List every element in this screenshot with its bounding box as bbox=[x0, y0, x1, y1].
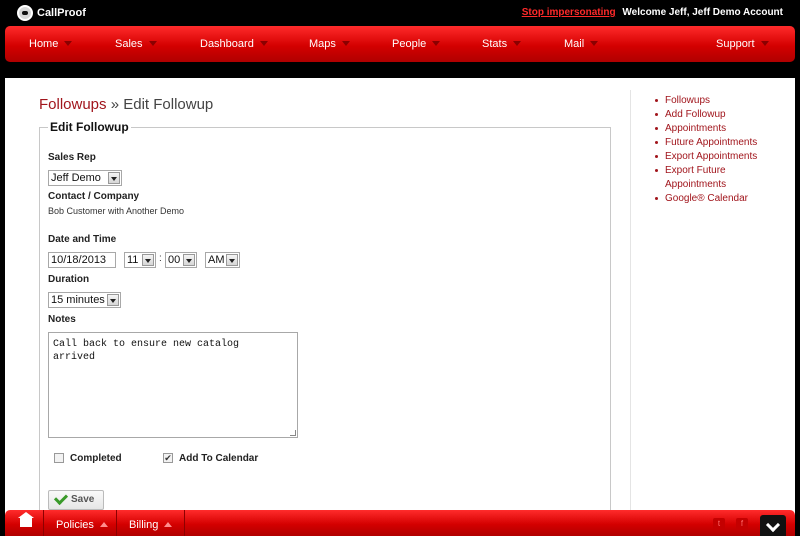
resize-handle-icon[interactable] bbox=[290, 430, 296, 436]
account-info: Stop impersonating Welcome Jeff, Jeff De… bbox=[522, 7, 783, 18]
caret-down-icon bbox=[590, 41, 599, 46]
sidebar-links: Followups Add Followup Appointments Futu… bbox=[653, 94, 771, 206]
completed-checkbox[interactable] bbox=[54, 453, 64, 463]
main-nav: Home Sales Dashboard Maps People Stats M… bbox=[5, 26, 795, 62]
sidebar-link-export-future-appointments[interactable]: Export Future Appointments bbox=[653, 164, 771, 192]
time-separator: : bbox=[159, 253, 162, 264]
caret-down-icon bbox=[432, 41, 441, 46]
bottom-divider bbox=[184, 510, 185, 536]
sales-rep-select[interactable]: Jeff Demo bbox=[48, 170, 122, 186]
sidebar-link-followups[interactable]: Followups bbox=[653, 94, 771, 108]
caret-down-icon bbox=[760, 41, 769, 46]
sidebar-divider bbox=[630, 90, 631, 510]
home-icon[interactable] bbox=[18, 512, 34, 527]
top-bar: CallProof Stop impersonating Welcome Jef… bbox=[0, 0, 800, 26]
caret-down-icon bbox=[64, 41, 73, 46]
nav-support[interactable]: Support bbox=[716, 38, 769, 50]
date-input[interactable]: 10/18/2013 bbox=[48, 252, 116, 268]
breadcrumb-followups-link[interactable]: Followups bbox=[39, 96, 107, 113]
bottom-policies[interactable]: Policies bbox=[56, 519, 108, 531]
add-to-calendar-checkbox[interactable]: ✔ bbox=[163, 453, 173, 463]
contact-company-label: Contact / Company bbox=[48, 191, 140, 202]
nav-stats[interactable]: Stats bbox=[482, 38, 522, 50]
nav-sales[interactable]: Sales bbox=[115, 38, 157, 50]
bottom-divider bbox=[43, 510, 44, 536]
contact-company-value: Bob Customer with Another Demo bbox=[48, 206, 185, 216]
duration-select[interactable]: 15 minutes bbox=[48, 292, 121, 308]
caret-up-icon bbox=[164, 522, 173, 527]
nav-dashboard[interactable]: Dashboard bbox=[200, 38, 268, 50]
chevron-down-icon[interactable] bbox=[760, 515, 786, 536]
ampm-select[interactable]: AM bbox=[205, 252, 240, 268]
checkmark-icon bbox=[53, 490, 69, 506]
page-title: Edit Followup bbox=[123, 96, 214, 113]
sidebar-link-add-followup[interactable]: Add Followup bbox=[653, 108, 771, 122]
bottom-bar: Policies Billing t f bbox=[5, 510, 795, 536]
sidebar-link-appointments[interactable]: Appointments bbox=[653, 122, 771, 136]
caret-up-icon bbox=[99, 522, 108, 527]
dropdown-arrow-icon bbox=[183, 254, 195, 266]
breadcrumb: Followups » Edit Followup bbox=[39, 96, 213, 113]
breadcrumb-separator: » bbox=[110, 96, 120, 113]
hour-select[interactable]: 11 bbox=[124, 252, 156, 268]
caret-down-icon bbox=[148, 41, 157, 46]
dropdown-arrow-icon bbox=[142, 254, 154, 266]
notes-label: Notes bbox=[48, 314, 76, 325]
edit-followup-form: Edit Followup Sales Rep Jeff Demo Contac… bbox=[39, 120, 611, 520]
sidebar-link-google-calendar[interactable]: Google® Calendar bbox=[653, 192, 771, 206]
sidebar-link-export-appointments[interactable]: Export Appointments bbox=[653, 150, 771, 164]
welcome-text: Welcome Jeff, Jeff Demo Account bbox=[622, 7, 783, 18]
dropdown-arrow-icon bbox=[108, 172, 120, 184]
sales-rep-label: Sales Rep bbox=[48, 152, 96, 163]
minute-select[interactable]: 00 bbox=[165, 252, 197, 268]
bottom-divider bbox=[116, 510, 117, 536]
nav-mail[interactable]: Mail bbox=[564, 38, 599, 50]
brand-name[interactable]: CallProof bbox=[37, 7, 86, 19]
bottom-billing[interactable]: Billing bbox=[129, 519, 173, 531]
sidebar-link-future-appointments[interactable]: Future Appointments bbox=[653, 136, 771, 150]
caret-down-icon bbox=[259, 41, 268, 46]
dropdown-arrow-icon bbox=[226, 254, 238, 266]
nav-maps[interactable]: Maps bbox=[309, 38, 350, 50]
date-time-label: Date and Time bbox=[48, 234, 117, 245]
twitter-icon[interactable]: t bbox=[713, 518, 725, 530]
duration-label: Duration bbox=[48, 274, 90, 285]
notes-textarea[interactable]: Call back to ensure new catalog arrived bbox=[48, 332, 298, 438]
facebook-icon[interactable]: f bbox=[736, 518, 748, 530]
callproof-logo-icon[interactable] bbox=[17, 5, 33, 21]
dropdown-arrow-icon bbox=[107, 294, 119, 306]
completed-label[interactable]: Completed bbox=[70, 453, 122, 464]
save-button[interactable]: Save bbox=[48, 490, 104, 510]
nav-home[interactable]: Home bbox=[29, 38, 73, 50]
form-legend: Edit Followup bbox=[50, 120, 129, 134]
stop-impersonating-link[interactable]: Stop impersonating bbox=[522, 7, 616, 18]
caret-down-icon bbox=[341, 41, 350, 46]
caret-down-icon bbox=[513, 41, 522, 46]
content-panel: Followups » Edit Followup Edit Followup … bbox=[5, 78, 795, 520]
add-to-calendar-label[interactable]: Add To Calendar bbox=[179, 453, 258, 464]
nav-people[interactable]: People bbox=[392, 38, 441, 50]
